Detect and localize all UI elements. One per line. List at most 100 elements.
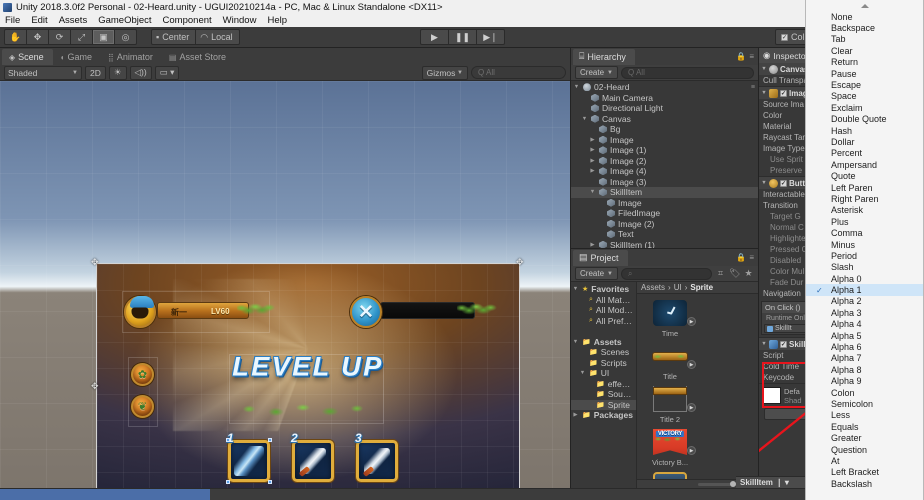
transform-tool-button[interactable]: ◎: [114, 29, 137, 45]
asset-preview-icon[interactable]: ▶: [687, 317, 696, 326]
material-swatch[interactable]: [762, 387, 781, 404]
collapse-arrow-icon[interactable]: ▶: [589, 168, 596, 174]
menu-assets[interactable]: Assets: [58, 15, 89, 26]
breadcrumb-sprite[interactable]: Sprite: [690, 283, 713, 292]
dropdown-item[interactable]: Backspace: [806, 22, 923, 33]
dropdown-item[interactable]: Return: [806, 57, 923, 68]
menu-edit[interactable]: Edit: [30, 15, 48, 26]
project-tree-item[interactable]: ▶📁Packages: [571, 410, 636, 421]
expand-arrow-icon[interactable]: ▼: [761, 180, 767, 186]
component-enabled-checkbox[interactable]: ✓: [780, 90, 787, 97]
project-create-button[interactable]: Create ▼: [575, 267, 618, 280]
asset-preview-icon[interactable]: ▶: [687, 403, 696, 412]
pause-button[interactable]: ❚❚: [448, 29, 477, 45]
dropdown-item[interactable]: Slash: [806, 262, 923, 273]
dropdown-item[interactable]: Question: [806, 444, 923, 455]
breadcrumb-ui[interactable]: UI: [674, 283, 682, 292]
dropdown-item-list[interactable]: NoneBackspaceTabClearReturnPauseEscapeSp…: [806, 11, 923, 489]
project-tree-item[interactable]: ▼★Favorites: [571, 284, 636, 295]
menu-file[interactable]: File: [4, 15, 21, 26]
dropdown-item[interactable]: Left Bracket: [806, 467, 923, 478]
dropdown-item[interactable]: Escape: [806, 79, 923, 90]
filter-type-icon[interactable]: ⌗: [715, 268, 726, 279]
dropdown-item[interactable]: Clear: [806, 45, 923, 56]
hierarchy-item[interactable]: Main Camera: [571, 93, 758, 104]
breadcrumb-assets[interactable]: Assets: [641, 283, 665, 292]
component-enabled-checkbox[interactable]: ✓: [780, 180, 787, 187]
dropdown-item[interactable]: Equals: [806, 421, 923, 432]
tab-asset-store[interactable]: ▤ Asset Store: [162, 49, 235, 65]
dropdown-item[interactable]: Dollar: [806, 136, 923, 147]
hierarchy-item[interactable]: Text: [571, 229, 758, 240]
dropdown-item[interactable]: Backslash: [806, 478, 923, 489]
tab-project[interactable]: ▤ Project: [573, 250, 628, 266]
selection-handle[interactable]: [226, 480, 230, 484]
move-tool-button[interactable]: ✥: [26, 29, 49, 45]
dropdown-item[interactable]: Alpha 6: [806, 341, 923, 352]
lock-icon[interactable]: 🔒: [736, 253, 746, 262]
selection-handle[interactable]: [226, 438, 230, 442]
hierarchy-item[interactable]: ▼SkillItem: [571, 187, 758, 198]
menu-icon[interactable]: ≡: [749, 253, 754, 262]
asset-preview-icon[interactable]: ▶: [687, 360, 696, 369]
rotate-tool-button[interactable]: ⟳: [48, 29, 71, 45]
pivot-mode-button[interactable]: ▪ Center: [151, 29, 196, 45]
dropdown-item[interactable]: Exclaim: [806, 102, 923, 113]
expand-arrow-icon[interactable]: ▶: [572, 412, 579, 418]
dropdown-item[interactable]: Alpha 0: [806, 273, 923, 284]
keycode-dropdown[interactable]: NoneBackspaceTabClearReturnPauseEscapeSp…: [805, 0, 924, 500]
scene-search-input[interactable]: Q All: [471, 66, 566, 79]
hierarchy-item[interactable]: Image (3): [571, 177, 758, 188]
hierarchy-item[interactable]: ▶Image (4): [571, 166, 758, 177]
dropdown-item[interactable]: Colon: [806, 387, 923, 398]
project-tree-item[interactable]: 📁Sprite: [571, 400, 636, 411]
hierarchy-item[interactable]: Image: [571, 198, 758, 209]
dropdown-item[interactable]: Comma: [806, 227, 923, 238]
menu-icon[interactable]: ≡: [749, 52, 754, 61]
filter-label-icon[interactable]: 🏷: [729, 268, 740, 279]
gizmos-dropdown[interactable]: Gizmos ▼: [422, 66, 468, 80]
game-canvas-rect[interactable]: 新一 LV60 ✕ ✿ ❦ LEVEL UP: [96, 263, 520, 488]
collapse-arrow-icon[interactable]: ▶: [589, 147, 596, 153]
tab-hierarchy[interactable]: ⌸ Hierarchy: [573, 49, 635, 65]
expand-arrow-icon[interactable]: ▼: [589, 189, 596, 195]
dropdown-item[interactable]: At: [806, 455, 923, 466]
hierarchy-search-input[interactable]: Q All: [621, 67, 754, 79]
project-tree-item[interactable]: ⌕All Prefabs: [571, 316, 636, 327]
menu-window[interactable]: Window: [222, 15, 258, 26]
asset-preview-icon[interactable]: ▶: [687, 446, 696, 455]
lock-icon[interactable]: 🔒: [736, 52, 746, 61]
asset-cell[interactable]: ▶Title 2: [643, 384, 697, 424]
2d-toggle-button[interactable]: 2D: [85, 66, 106, 80]
hierarchy-item[interactable]: ▶SkillItem (1): [571, 240, 758, 249]
dropdown-item[interactable]: Left Paren: [806, 182, 923, 193]
collapse-arrow-icon[interactable]: ▶: [589, 137, 596, 143]
menu-component[interactable]: Component: [162, 15, 213, 26]
dropdown-item[interactable]: Hash: [806, 125, 923, 136]
dropdown-item[interactable]: Plus: [806, 216, 923, 227]
project-tree-item[interactable]: ▼📁UI: [571, 368, 636, 379]
hierarchy-item[interactable]: Directional Light: [571, 103, 758, 114]
expand-arrow-icon[interactable]: ▼: [761, 66, 767, 72]
dropdown-item[interactable]: Space: [806, 91, 923, 102]
asset-cell[interactable]: ▶Title: [643, 341, 697, 381]
hierarchy-item[interactable]: FiledImage: [571, 208, 758, 219]
project-tree-item[interactable]: ⌕All Models: [571, 305, 636, 316]
project-asset-grid[interactable]: ▶Time▶Title▶Title 2VICTORY▶Victory B...▶…: [637, 294, 758, 479]
expand-arrow-icon[interactable]: ▼: [572, 286, 579, 292]
project-search-input[interactable]: ⌕: [621, 268, 712, 280]
dropdown-item[interactable]: Minus: [806, 239, 923, 250]
dropdown-item[interactable]: Alpha 4: [806, 319, 923, 330]
dropdown-item[interactable]: Asterisk: [806, 205, 923, 216]
tab-scene[interactable]: ◈ Scene: [2, 49, 53, 65]
dropdown-item[interactable]: Alpha 9: [806, 376, 923, 387]
skill-slot-3[interactable]: 3: [356, 440, 398, 482]
component-enabled-checkbox[interactable]: ✓: [780, 341, 787, 348]
dropdown-item[interactable]: Quote: [806, 170, 923, 181]
scene-viewport[interactable]: 新一 LV60 ✕ ✿ ❦ LEVEL UP: [0, 81, 570, 488]
skill-slot-2[interactable]: 2: [292, 440, 334, 482]
project-tree-item[interactable]: ⌕All Materials: [571, 295, 636, 306]
expand-arrow-icon[interactable]: ▼: [573, 84, 580, 90]
collapse-arrow-icon[interactable]: ▶: [589, 242, 596, 248]
hierarchy-item[interactable]: ▼02-Heard≡: [571, 82, 758, 93]
